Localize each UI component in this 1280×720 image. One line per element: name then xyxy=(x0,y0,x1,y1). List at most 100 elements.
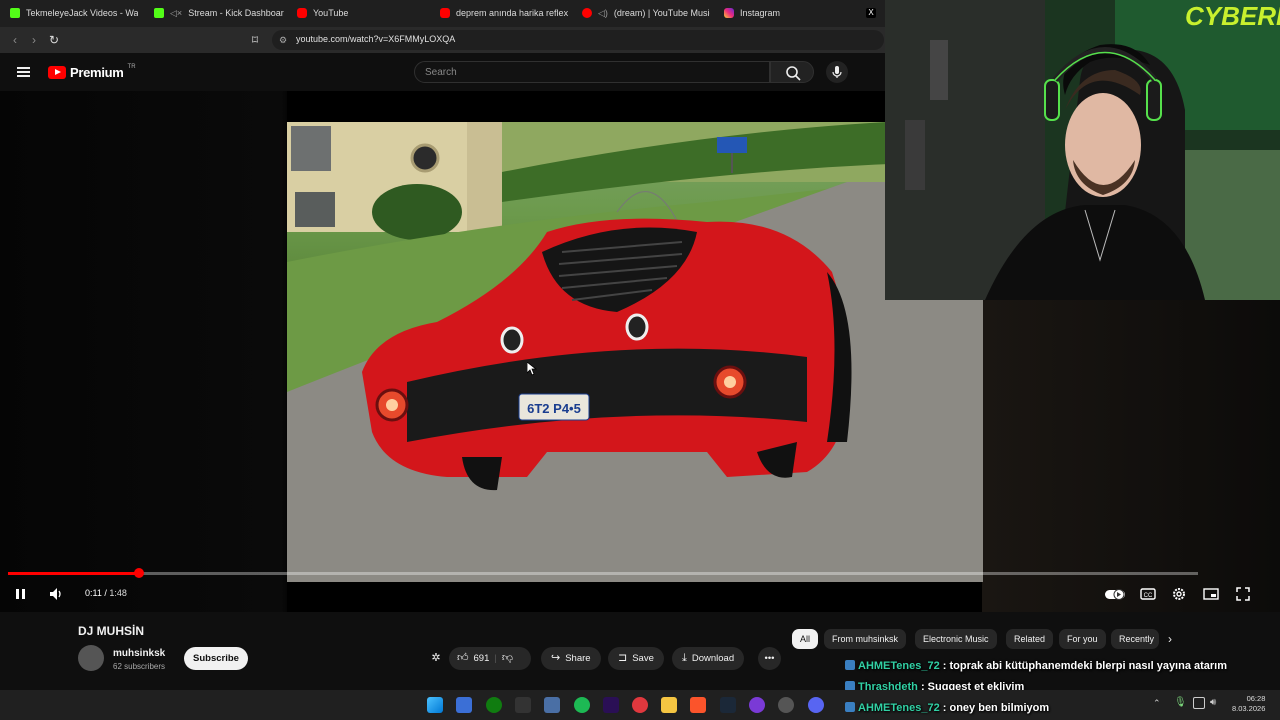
voice-search-button[interactable] xyxy=(826,61,848,83)
subscribe-button[interactable]: Subscribe xyxy=(184,647,248,670)
chevron-up-icon[interactable]: ⌃ xyxy=(1153,698,1161,709)
browser-tab[interactable]: ◁× Stream - Kick Dashboard xyxy=(154,4,284,22)
divider: | xyxy=(494,653,497,664)
pause-button[interactable] xyxy=(14,586,28,602)
download-button[interactable]: ⤓ Download xyxy=(672,647,745,670)
volume-button[interactable] xyxy=(47,586,63,602)
site-info-icon[interactable]: ⚙ xyxy=(276,33,290,47)
chat-username: AHMETenes_72 xyxy=(858,660,940,672)
scrubber-handle[interactable] xyxy=(133,568,144,578)
x-icon: X xyxy=(866,8,876,18)
chip-for-you[interactable]: For you xyxy=(1059,629,1106,649)
search-button[interactable] xyxy=(770,61,814,83)
download-icon: ⤓ xyxy=(682,652,687,664)
download-label: Download xyxy=(691,653,735,664)
share-label: Share xyxy=(565,653,591,664)
like-count[interactable]: 691 xyxy=(474,647,490,670)
browser-tab[interactable]: X xyxy=(866,4,884,22)
chip-related[interactable]: Related xyxy=(1006,629,1054,649)
fullscreen-button[interactable] xyxy=(1235,586,1251,602)
captions-button[interactable]: CC xyxy=(1140,586,1156,602)
file-explorer-icon[interactable] xyxy=(661,697,677,713)
system-clock[interactable]: 06:28 8.03.2026 xyxy=(1232,694,1265,714)
tab-title: (dream) | YouTube Music xyxy=(613,8,710,18)
mouse-cursor-icon xyxy=(527,362,537,376)
license-plate-text: 6T2 P4•5 xyxy=(527,401,581,416)
tab-title: deprem anında harika reflex gö xyxy=(456,8,568,18)
chevron-right-icon[interactable]: › xyxy=(1168,632,1172,646)
premiere-icon[interactable] xyxy=(603,697,619,713)
premium-feature-button[interactable]: ✲ xyxy=(427,647,445,670)
search-input[interactable] xyxy=(415,62,755,83)
menu-icon[interactable] xyxy=(17,67,30,77)
obs-icon[interactable] xyxy=(749,697,765,713)
tab-title: Stream - Kick Dashboard xyxy=(188,8,284,18)
steam-icon[interactable] xyxy=(720,697,736,713)
gear-icon xyxy=(1173,588,1185,600)
browser-tab[interactable]: deprem anında harika reflex gö xyxy=(440,4,568,22)
chip-from-channel[interactable]: From muhsinksk xyxy=(824,629,907,649)
clock-time: 06:28 xyxy=(1246,694,1266,703)
record-app-icon[interactable] xyxy=(632,697,648,713)
progress-bar[interactable] xyxy=(8,568,1198,578)
windows-start-icon[interactable] xyxy=(427,697,443,713)
autoplay-toggle[interactable] xyxy=(1104,586,1126,602)
calculator-icon[interactable] xyxy=(544,697,560,713)
fullscreen-icon xyxy=(1236,587,1250,601)
save-button[interactable]: ⊐ Save xyxy=(608,647,664,670)
spotify-icon[interactable] xyxy=(574,697,590,713)
captions-icon: CC xyxy=(1140,588,1156,600)
progress-fill xyxy=(8,572,139,575)
chat-message: AHMETenes_72 : toprak abi kütüphanemdeki… xyxy=(845,660,1227,672)
monitor-tray-icon[interactable] xyxy=(1193,697,1205,709)
like-dislike-group: 👍︎ 691 | 👎︎ xyxy=(449,647,531,670)
search-icon xyxy=(786,66,801,81)
epic-games-icon[interactable] xyxy=(515,697,531,713)
time-display: 0:11 / 1:48 xyxy=(85,588,127,598)
microphone-icon xyxy=(832,66,842,78)
miniplayer-button[interactable] xyxy=(1203,586,1219,602)
browser-tab[interactable]: TekmeleyeJack Videos - Watch xyxy=(10,4,138,22)
kick-icon xyxy=(154,8,164,18)
miniplayer-icon xyxy=(1203,588,1219,600)
chip-recently[interactable]: Recently xyxy=(1111,629,1159,649)
browser-toolbar: ‹ › ↻ ⌑ ⚙ youtube.com/watch?v=X6FMMyLOXQ… xyxy=(0,27,890,53)
back-icon[interactable]: ‹ xyxy=(8,33,22,47)
reload-icon[interactable]: ↻ xyxy=(47,33,61,47)
channel-name[interactable]: muhsinksk xyxy=(113,648,165,659)
youtube-icon xyxy=(440,8,450,18)
browser-tab[interactable]: YouTube xyxy=(297,4,425,22)
settings-button[interactable] xyxy=(1171,586,1187,602)
thumbs-down-icon[interactable]: 👎︎ xyxy=(502,647,513,670)
avatar[interactable] xyxy=(78,645,104,671)
svg-text:CC: CC xyxy=(1144,593,1153,599)
more-actions-button[interactable]: ••• xyxy=(758,647,781,670)
desktop-app-icon[interactable] xyxy=(456,697,472,713)
more-icon: ••• xyxy=(764,653,775,664)
tab-title: Instagram xyxy=(740,8,781,18)
search-box[interactable] xyxy=(414,61,770,83)
volume-tray-icon[interactable]: 🔊︎ xyxy=(1210,697,1216,708)
logo-word: Premium xyxy=(70,65,124,80)
chip-all[interactable]: All xyxy=(792,629,819,649)
forward-icon[interactable]: › xyxy=(27,33,41,47)
video-content[interactable]: 6T2 P4•5 xyxy=(287,122,983,582)
url-text[interactable]: youtube.com/watch?v=X6FMMyLOXQA xyxy=(296,34,455,44)
youtube-premium-logo[interactable]: Premium TR xyxy=(48,64,136,80)
microphone-tray-icon[interactable]: 🎙︎ xyxy=(1174,697,1187,709)
video-title: DJ MUHSİN xyxy=(78,624,145,638)
streamer-webcam-image: CYBERPUNK xyxy=(885,0,1280,300)
thumbs-up-icon[interactable]: 👍︎ xyxy=(457,647,469,670)
brave-browser-icon[interactable] xyxy=(690,697,706,713)
browser-tab[interactable]: ◁) (dream) | YouTube Music xyxy=(582,4,710,22)
share-button[interactable]: ↪ Share xyxy=(541,647,601,670)
xbox-icon[interactable] xyxy=(486,697,502,713)
app-icon[interactable] xyxy=(778,697,794,713)
youtube-icon xyxy=(297,8,307,18)
chip-electronic-music[interactable]: Electronic Music xyxy=(915,629,997,649)
chat-text: : toprak abi kütüphanemdeki blerpi nasıl… xyxy=(939,660,1228,672)
sparkle-icon: ✲ xyxy=(431,652,441,664)
discord-icon[interactable] xyxy=(808,697,824,713)
browser-tab[interactable]: Instagram xyxy=(724,4,852,22)
bookmark-icon[interactable]: ⌑ xyxy=(248,33,262,47)
